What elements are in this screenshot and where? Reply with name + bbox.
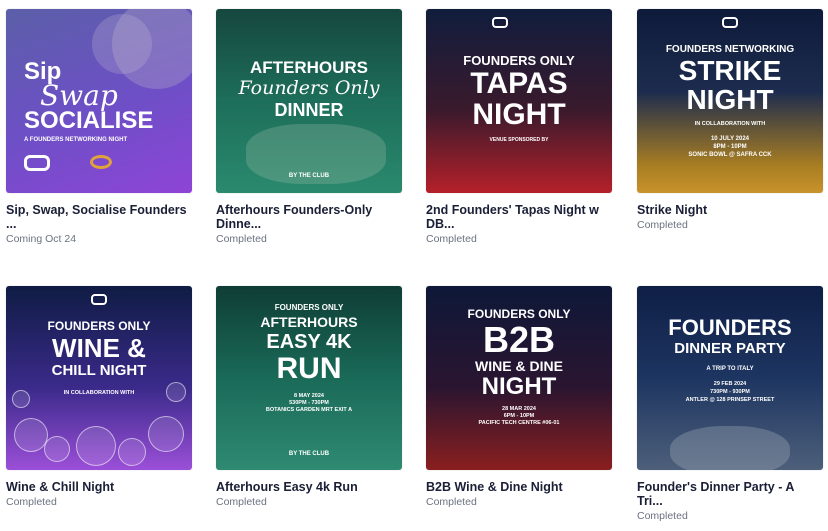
poster-line: PACIFIC TECH CENTRE #06-01 xyxy=(478,420,560,426)
event-poster-image[interactable]: FOUNDERS DINNER PARTY A TRIP TO ITALY 29… xyxy=(637,286,823,470)
event-status: Completed xyxy=(216,496,267,508)
poster-line: B2B xyxy=(482,319,556,360)
event-card-afterhours-dinner[interactable]: AFTERHOURS Founders Only DINNER BY THE C… xyxy=(216,9,402,246)
club-logo-icon xyxy=(24,155,50,171)
event-status: Completed xyxy=(637,510,688,522)
poster-line: BY THE CLUB xyxy=(288,173,330,179)
poster-line: FOUNDERS ONLY xyxy=(274,303,344,312)
poster-line: IN COLLABORATION WITH xyxy=(694,121,766,127)
poster-line: STRIKE xyxy=(678,55,782,86)
event-card-strike-night[interactable]: FOUNDERS NETWORKING STRIKE NIGHT IN COLL… xyxy=(637,9,823,232)
poster-line: A FOUNDERS NETWORKING NIGHT xyxy=(24,137,128,143)
poster-line: NIGHT xyxy=(481,373,557,400)
poster-line: VENUE SPONSORED BY xyxy=(489,137,549,143)
poster-line: TAPAS xyxy=(470,67,568,100)
poster-line: WINE & DINE xyxy=(475,358,563,374)
poster-line: BOTANICS GARDEN MRT EXIT A xyxy=(265,407,353,413)
poster-line: 6PM - 10PM xyxy=(503,413,535,419)
poster-line: 10 JULY 2024 xyxy=(710,136,750,142)
poster-line: SOCIALISE xyxy=(24,107,154,134)
poster-line: RUN xyxy=(276,352,342,385)
poster-line: BY THE CLUB xyxy=(288,451,330,457)
poster-line: FOUNDERS ONLY xyxy=(47,319,151,333)
poster-line: 530PM - 730PM xyxy=(289,400,329,406)
event-title[interactable]: Sip, Swap, Socialise Founders ... xyxy=(6,203,192,231)
event-card-tapas-night[interactable]: FOUNDERS ONLY TAPAS NIGHT VENUE SPONSORE… xyxy=(426,9,612,246)
poster-line: 28 MAR 2024 xyxy=(502,406,536,412)
event-title[interactable]: Strike Night xyxy=(637,203,823,217)
event-title[interactable]: Afterhours Founders-Only Dinne... xyxy=(216,203,402,231)
poster-line: IN COLLABORATION WITH xyxy=(63,390,135,396)
event-status: Completed xyxy=(216,233,267,245)
event-card-b2b-wine-dine[interactable]: FOUNDERS ONLY B2B WINE & DINE NIGHT 28 M… xyxy=(426,286,612,509)
event-poster-image[interactable]: AFTERHOURS Founders Only DINNER BY THE C… xyxy=(216,9,402,193)
poster-line: AFTERHOURS xyxy=(249,58,369,77)
event-poster-image[interactable]: FOUNDERS ONLY TAPAS NIGHT VENUE SPONSORE… xyxy=(426,9,612,193)
event-status: Completed xyxy=(426,496,477,508)
poster-line: FOUNDERS xyxy=(668,315,792,340)
event-card-wine-chill-night[interactable]: FOUNDERS ONLY WINE & CHILL NIGHT IN COLL… xyxy=(6,286,192,509)
poster-line: 730PM - 930PM xyxy=(710,389,750,395)
event-card-easy-4k-run[interactable]: FOUNDERS ONLY AFTERHOURS EASY 4K RUN 8 M… xyxy=(216,286,402,509)
event-status: Completed xyxy=(426,233,477,245)
poster-line: EASY 4K xyxy=(266,331,352,353)
club-logo-icon xyxy=(492,17,508,28)
poster-line: SONIC BOWL @ SAFRA CCK xyxy=(688,152,772,158)
poster-line: 8 MAY 2024 xyxy=(294,393,324,399)
event-poster-image[interactable]: FOUNDERS NETWORKING STRIKE NIGHT IN COLL… xyxy=(637,9,823,193)
event-title[interactable]: Founder's Dinner Party - A Tri... xyxy=(637,480,823,508)
poster-line: NIGHT xyxy=(472,98,566,131)
club-logo-icon xyxy=(722,17,738,28)
event-status: Completed xyxy=(6,496,57,508)
event-status: Coming Oct 24 xyxy=(6,233,77,245)
poster-line: CHILL NIGHT xyxy=(51,362,147,379)
poster-line: ANTLER @ 128 PRINSEP STREET xyxy=(685,397,775,403)
poster-line: 29 FEB 2024 xyxy=(713,381,747,387)
event-card-founders-dinner-party[interactable]: FOUNDERS DINNER PARTY A TRIP TO ITALY 29… xyxy=(637,286,823,523)
event-poster-image[interactable]: Sip Swap SOCIALISE A FOUNDERS NETWORKING… xyxy=(6,9,192,193)
event-poster-image[interactable]: FOUNDERS ONLY AFTERHOURS EASY 4K RUN 8 M… xyxy=(216,286,402,470)
poster-line: AFTERHOURS xyxy=(260,314,358,330)
infinity-logo-icon xyxy=(90,155,112,169)
event-card-sip-swap-socialise[interactable]: Sip Swap SOCIALISE A FOUNDERS NETWORKING… xyxy=(6,9,192,246)
poster-line: Founders Only xyxy=(238,77,380,99)
event-status: Completed xyxy=(637,219,688,231)
poster-line: DINNER xyxy=(274,100,344,120)
club-logo-icon xyxy=(91,294,107,305)
event-poster-image[interactable]: FOUNDERS ONLY B2B WINE & DINE NIGHT 28 M… xyxy=(426,286,612,470)
event-title[interactable]: B2B Wine & Dine Night xyxy=(426,480,612,494)
event-title[interactable]: Wine & Chill Night xyxy=(6,480,192,494)
poster-line: 8PM - 10PM xyxy=(713,144,747,150)
poster-line: NIGHT xyxy=(686,84,774,115)
poster-line: WINE & xyxy=(52,333,146,363)
poster-line: DINNER PARTY xyxy=(674,340,786,357)
poster-line: Swap xyxy=(40,79,118,112)
event-poster-image[interactable]: FOUNDERS ONLY WINE & CHILL NIGHT IN COLL… xyxy=(6,286,192,470)
poster-line: A TRIP TO ITALY xyxy=(706,366,754,372)
event-title[interactable]: 2nd Founders' Tapas Night w DB... xyxy=(426,203,612,231)
event-title[interactable]: Afterhours Easy 4k Run xyxy=(216,480,402,494)
